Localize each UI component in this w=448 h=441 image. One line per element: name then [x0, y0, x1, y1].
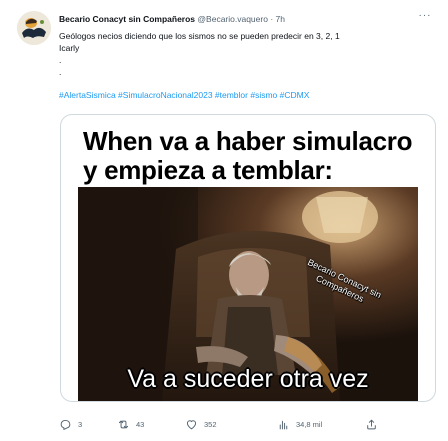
tweet-text-line: Geólogos necios diciendo que los sismos … [59, 31, 340, 41]
separator-dot: · [270, 14, 274, 24]
tweet-text-line: Icarly [59, 43, 80, 53]
author-avatar[interactable] [17, 11, 51, 45]
retweet-count: 43 [136, 419, 145, 429]
share-icon [367, 419, 376, 429]
tweet-media-image[interactable]: When va a haber simulacro y empieza a te… [60, 114, 436, 402]
reply-button[interactable]: 3 [59, 415, 82, 433]
meme-scene: Becario Conacyt sin Compañeros Va a suce… [78, 187, 418, 401]
meme-caption: When va a haber simulacro y empieza a te… [83, 126, 413, 185]
tweet-header: Becario Conacyt sin Compañeros @Becario.… [59, 12, 434, 27]
hashtags[interactable]: #AlertaSismica #SimulacroNacional2023 #t… [59, 89, 309, 101]
analytics-icon [279, 420, 288, 429]
heart-icon [186, 419, 197, 429]
more-options-button[interactable]: ··· [416, 9, 434, 21]
like-count: 352 [204, 419, 217, 429]
tweet-actions: 3 43 352 34,8 mil [59, 415, 431, 433]
views-count: 34,8 mil [296, 419, 323, 429]
tweet-timestamp[interactable]: 7h [276, 14, 285, 24]
share-button[interactable] [365, 415, 384, 433]
reply-count: 3 [78, 419, 83, 429]
retweet-icon [118, 419, 129, 429]
views-button[interactable]: 34,8 mil [277, 415, 322, 433]
tweet-text: Geólogos necios diciendo que los sismos … [59, 30, 431, 78]
meme-scene-caption: Va a suceder otra vez [127, 365, 369, 393]
reply-icon [60, 419, 71, 430]
retweet-button[interactable]: 43 [117, 415, 144, 433]
tweet-text-line: . [59, 55, 62, 65]
author-handle[interactable]: @Becario.vaquero [197, 14, 268, 24]
like-button[interactable]: 352 [185, 415, 217, 433]
author-name[interactable]: Becario Conacyt sin Compañeros [59, 14, 195, 24]
tweet-text-line: . [59, 67, 62, 77]
